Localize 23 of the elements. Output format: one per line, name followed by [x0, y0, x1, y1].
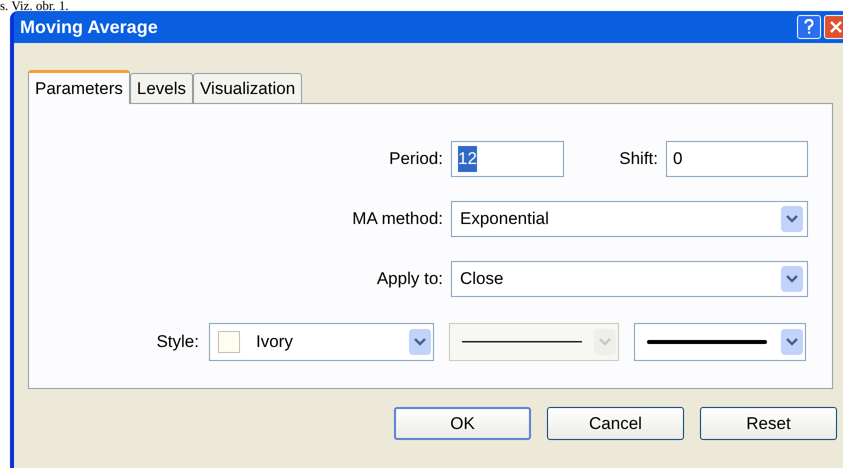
- dialog-button[interactable]: Cancel: [547, 407, 684, 440]
- field-label: Apply to:: [376, 268, 444, 290]
- dialog-button[interactable]: Reset: [700, 407, 837, 440]
- window-title: Moving Average: [20, 16, 158, 39]
- document-text: s. Viz. obr. 1.: [0, 0, 70, 11]
- dialog-button[interactable]: OK: [394, 407, 531, 440]
- tab[interactable]: Parameters: [28, 70, 130, 104]
- question-mark-icon: [804, 19, 814, 35]
- text-field[interactable]: 0: [666, 141, 808, 177]
- close-button[interactable]: [824, 15, 843, 39]
- field-label: Shift:: [618, 148, 659, 170]
- dropdown-field[interactable]: Close: [451, 261, 808, 297]
- help-button[interactable]: [797, 15, 821, 39]
- color-dropdown[interactable]: Ivory: [209, 323, 434, 361]
- field-label: Style:: [155, 331, 200, 354]
- line-style-dropdown[interactable]: [634, 323, 806, 361]
- dropdown-field[interactable]: Exponential: [451, 201, 808, 237]
- tab[interactable]: Levels: [130, 73, 194, 103]
- field-label: MA method:: [351, 208, 444, 230]
- tab[interactable]: Visualization: [193, 73, 302, 103]
- text-field[interactable]: 12: [451, 141, 564, 177]
- close-icon: [829, 20, 843, 34]
- field-label: Period:: [388, 148, 444, 170]
